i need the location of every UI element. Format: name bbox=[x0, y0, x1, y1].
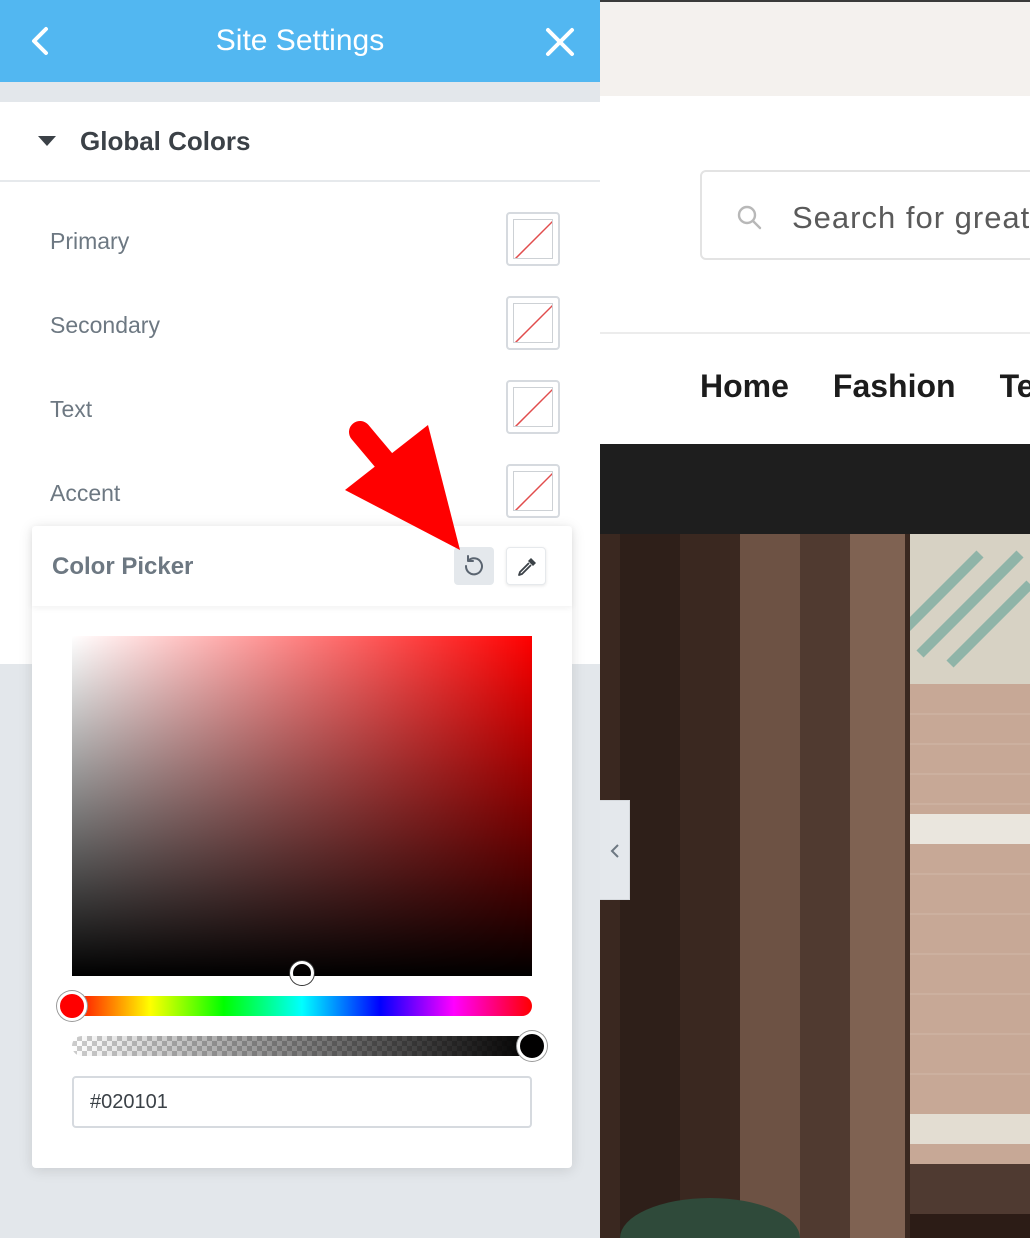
preview-nav-tech[interactable]: Tec bbox=[1000, 368, 1030, 405]
empty-color-icon bbox=[514, 472, 552, 510]
color-row-secondary: Secondary bbox=[0, 286, 600, 370]
color-row-primary: Primary bbox=[0, 202, 600, 286]
color-row-text: Text bbox=[0, 370, 600, 454]
color-swatch-accent[interactable] bbox=[506, 464, 560, 518]
panel-title: Site Settings bbox=[215, 24, 385, 57]
eyedropper-button[interactable] bbox=[506, 547, 546, 585]
preview-nav-fashion[interactable]: Fashion bbox=[833, 368, 956, 405]
opacity-slider[interactable] bbox=[72, 1031, 547, 1061]
color-picker-popover: Color Picker bbox=[32, 526, 572, 1168]
caret-down-icon bbox=[38, 136, 56, 146]
chevron-left-icon bbox=[610, 844, 619, 858]
empty-color-icon bbox=[514, 220, 552, 258]
preview-search-box[interactable]: Search for great bbox=[700, 170, 1030, 260]
color-label: Secondary bbox=[50, 312, 160, 338]
color-label: Text bbox=[50, 396, 93, 422]
hue-base bbox=[72, 636, 532, 976]
preview-hero-image bbox=[600, 534, 1030, 1238]
hue-slider-handle[interactable] bbox=[57, 991, 87, 1021]
color-label: Primary bbox=[50, 228, 130, 254]
saturation-brightness-area[interactable] bbox=[72, 636, 532, 985]
hue-slider[interactable] bbox=[57, 991, 532, 1021]
empty-color-icon bbox=[514, 388, 552, 426]
reset-icon bbox=[464, 555, 483, 576]
color-swatch-text[interactable] bbox=[506, 380, 560, 434]
color-swatch-primary[interactable] bbox=[506, 212, 560, 266]
opacity-slider-handle[interactable] bbox=[517, 1031, 547, 1061]
preview-top-bar bbox=[600, 0, 1030, 96]
hex-color-input[interactable] bbox=[72, 1076, 532, 1128]
preview-dark-bar bbox=[600, 444, 1030, 534]
saturation-handle[interactable] bbox=[290, 960, 314, 985]
panel-collapse-tab[interactable] bbox=[600, 800, 630, 900]
global-colors-header[interactable]: Global Colors bbox=[0, 102, 600, 182]
close-icon[interactable] bbox=[544, 26, 576, 58]
preview-nav-home[interactable]: Home bbox=[700, 368, 789, 405]
empty-color-icon bbox=[514, 304, 552, 342]
panel-header: Site Settings bbox=[0, 0, 600, 82]
color-label: Accent bbox=[50, 480, 121, 506]
color-picker-header: Color Picker bbox=[32, 526, 572, 606]
section-title: Global Colors bbox=[80, 126, 251, 156]
preview-nav: Home Fashion Tec bbox=[700, 368, 1030, 405]
preview-divider bbox=[600, 332, 1030, 334]
search-icon bbox=[737, 205, 762, 230]
site-preview: Search for great Home Fashion Tec bbox=[600, 0, 1030, 1238]
color-swatch-secondary[interactable] bbox=[506, 296, 560, 350]
preview-search-placeholder: Search for great bbox=[792, 200, 1030, 235]
color-picker-title: Color Picker bbox=[52, 553, 194, 580]
eyedropper-icon bbox=[518, 558, 536, 576]
reset-button[interactable] bbox=[454, 547, 494, 585]
